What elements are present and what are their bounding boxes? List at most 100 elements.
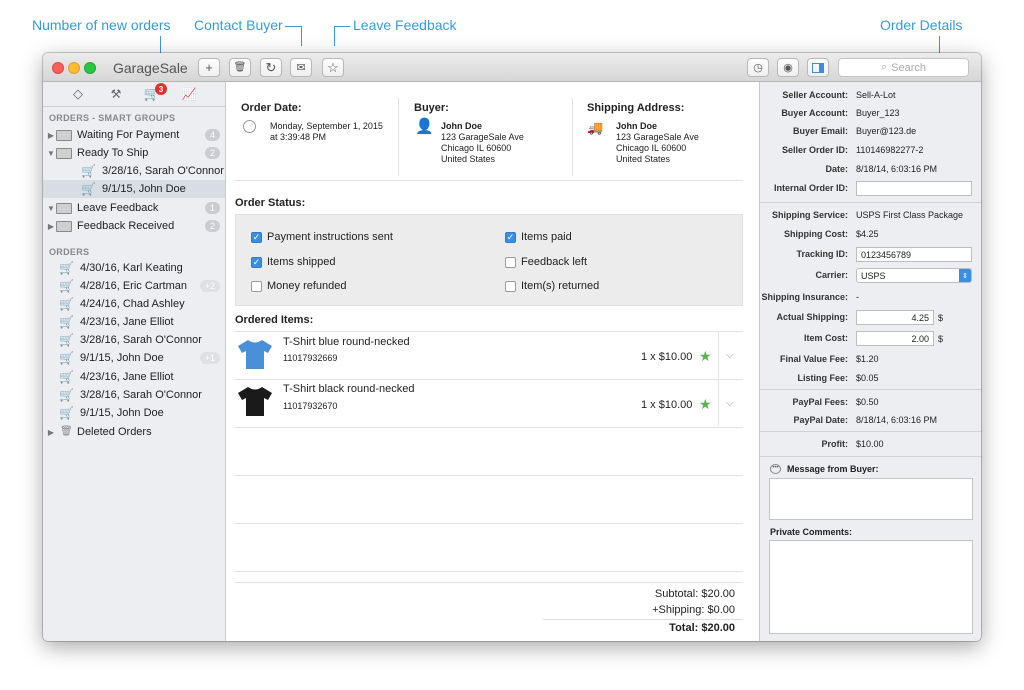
checkbox-items-returned[interactable]: Item(s) returned: [505, 280, 599, 292]
checkbox-money-refunded[interactable]: Money refunded: [251, 280, 347, 292]
sidebar-order-item[interactable]: 🛒 4/28/16, Eric Cartman +2: [43, 277, 225, 295]
trash-button[interactable]: 🗑: [229, 58, 251, 77]
disclosure-icon[interactable]: ▶: [46, 428, 56, 437]
ship-name: John Doe: [616, 121, 658, 131]
sync-status-button[interactable]: ◷: [747, 58, 769, 77]
sidebar-item-label: 3/28/16, Sarah O'Connor: [80, 334, 202, 346]
sidebar-item-ready-to-ship[interactable]: ▼ Ready To Ship 2: [43, 144, 225, 162]
contact-buyer-button[interactable]: ✉: [290, 58, 312, 77]
sidebar-item-label: 3/28/16, Sarah O'Connor: [102, 165, 224, 177]
buyer-account-label: Buyer Account:: [781, 108, 848, 118]
private-comments-label: Private Comments:: [770, 527, 853, 537]
ordered-items-label: Ordered Items:: [235, 314, 314, 326]
seller-account-value: Sell-A-Lot: [856, 90, 896, 100]
disclosure-icon[interactable]: ▼: [46, 149, 56, 158]
item-cost-field[interactable]: 2.00: [856, 331, 934, 346]
subtotal: Subtotal: $20.00: [654, 588, 735, 600]
callout-line: [285, 26, 301, 27]
search-placeholder: Search: [891, 61, 927, 74]
sidebar-order-item[interactable]: 🛒 3/28/16, Sarah O'Connor: [43, 386, 225, 404]
tab-statistics[interactable]: 📈: [178, 85, 200, 103]
private-comments-textarea[interactable]: [769, 540, 973, 634]
checkbox[interactable]: ✓: [251, 231, 262, 243]
search-field[interactable]: ⌕ Search: [838, 58, 969, 77]
sidebar-item-leave-feedback[interactable]: ▼ Leave Feedback 1: [43, 199, 225, 217]
tab-shipping[interactable]: ⚒: [105, 85, 127, 103]
count-badge: +2: [199, 280, 220, 292]
checkbox-payment-instructions[interactable]: ✓ Payment instructions sent: [251, 231, 393, 243]
checkbox[interactable]: [505, 280, 516, 292]
buyer-email-label: Buyer Email:: [792, 126, 848, 136]
sidebar-order-item-selected[interactable]: 🛒 9/1/15, John Doe: [43, 180, 225, 198]
order-status-box: ✓ Payment instructions sent ✓ Items shippe…: [235, 214, 743, 306]
actual-shipping-field[interactable]: 4.25: [856, 310, 934, 325]
folder-icon: [56, 147, 72, 159]
disclosure-icon[interactable]: ▶: [46, 131, 56, 140]
select-arrows-icon: ⇕: [959, 269, 971, 282]
tshirt-black-icon: [238, 387, 272, 416]
currency-unit: $: [938, 313, 944, 323]
cart-icon: 🛒: [81, 182, 96, 196]
callout-line: [334, 26, 350, 27]
toggle-panel-button[interactable]: [807, 58, 829, 77]
sidebar-order-item[interactable]: 🛒 4/30/16, Karl Keating: [43, 259, 225, 277]
account-button[interactable]: ◉: [777, 58, 799, 77]
checkbox-feedback-left[interactable]: Feedback left: [505, 256, 587, 268]
star-icon[interactable]: ★: [699, 396, 712, 413]
checkbox-items-paid[interactable]: ✓ Items paid: [505, 231, 572, 243]
tools-icon: ⚒: [110, 87, 122, 101]
checkbox[interactable]: [251, 280, 262, 292]
tracking-id-field[interactable]: 0123456789: [856, 247, 972, 262]
sidebar-order-item[interactable]: 🛒 4/24/16, Chad Ashley: [43, 295, 225, 313]
sidebar-order-item[interactable]: 🛒 9/1/15, John Doe: [43, 404, 225, 422]
sidebar-tabs: ◇ ⚒ 🛒 3 📈: [43, 82, 225, 107]
chevron-down-icon[interactable]: ⌵: [726, 398, 734, 409]
divider: [760, 389, 981, 390]
tab-listings[interactable]: ◇: [67, 85, 89, 103]
disclosure-icon[interactable]: ▼: [46, 204, 56, 213]
order-date-line2: at 3:39:48 PM: [270, 132, 327, 142]
date-value: 8/18/14, 6:03:16 PM: [856, 164, 938, 174]
truck-icon: 🚚: [587, 120, 604, 135]
buyer-addr3: United States: [441, 154, 496, 164]
checkbox[interactable]: [505, 256, 516, 268]
sidebar-item-label: Leave Feedback: [77, 202, 159, 214]
refresh-button[interactable]: ↻: [260, 58, 282, 77]
orders-header: ORDERS: [49, 247, 90, 257]
chevron-down-icon[interactable]: ⌵: [726, 350, 734, 361]
seller-order-id-label: Seller Order ID:: [781, 145, 848, 155]
count-badge: +1: [199, 352, 220, 364]
divider: [718, 332, 719, 378]
zoom-button[interactable]: [84, 62, 96, 74]
sidebar-item-waiting-payment[interactable]: ▶ Waiting For Payment 4: [43, 126, 225, 144]
cart-icon: 🛒: [59, 297, 74, 311]
checkbox[interactable]: ✓: [505, 231, 516, 243]
sidebar-item-deleted-orders[interactable]: ▶ 🗑 Deleted Orders: [43, 423, 225, 441]
disclosure-icon[interactable]: ▶: [46, 222, 56, 231]
sidebar-item-label: Ready To Ship: [77, 147, 149, 159]
buyer-name: John Doe: [441, 121, 483, 131]
add-button[interactable]: +: [198, 58, 220, 77]
buyer-account-value: Buyer_123: [856, 108, 900, 118]
checkbox[interactable]: ✓: [251, 256, 262, 268]
sidebar-order-item[interactable]: 🛒 4/23/16, Jane Elliot: [43, 368, 225, 386]
leave-feedback-button[interactable]: ☆: [322, 58, 344, 77]
message-from-buyer-textarea[interactable]: [769, 478, 973, 520]
divider: [760, 456, 981, 457]
sidebar-order-item[interactable]: 🛒 9/1/15, John Doe +1: [43, 349, 225, 367]
star-icon[interactable]: ★: [699, 348, 712, 365]
internal-order-id-field[interactable]: [856, 181, 972, 196]
sidebar-order-item[interactable]: 🛒 4/23/16, Jane Elliot: [43, 313, 225, 331]
sidebar-item-feedback-received[interactable]: ▶ Feedback Received 2: [43, 217, 225, 235]
carrier-select[interactable]: USPS ⇕: [856, 268, 972, 283]
item-title: T-Shirt black round-necked: [283, 383, 415, 395]
sidebar-order-item[interactable]: 🛒 3/28/16, Sarah O'Connor: [43, 162, 225, 180]
trash-icon: 🗑: [60, 426, 73, 437]
close-button[interactable]: [52, 62, 64, 74]
sidebar-order-item[interactable]: 🛒 3/28/16, Sarah O'Connor: [43, 331, 225, 349]
listing-fee-label: Listing Fee:: [797, 373, 848, 383]
checkbox-items-shipped[interactable]: ✓ Items shipped: [251, 256, 335, 268]
folder-icon: [56, 202, 72, 214]
date-label: Date:: [825, 164, 848, 174]
minimize-button[interactable]: [68, 62, 80, 74]
